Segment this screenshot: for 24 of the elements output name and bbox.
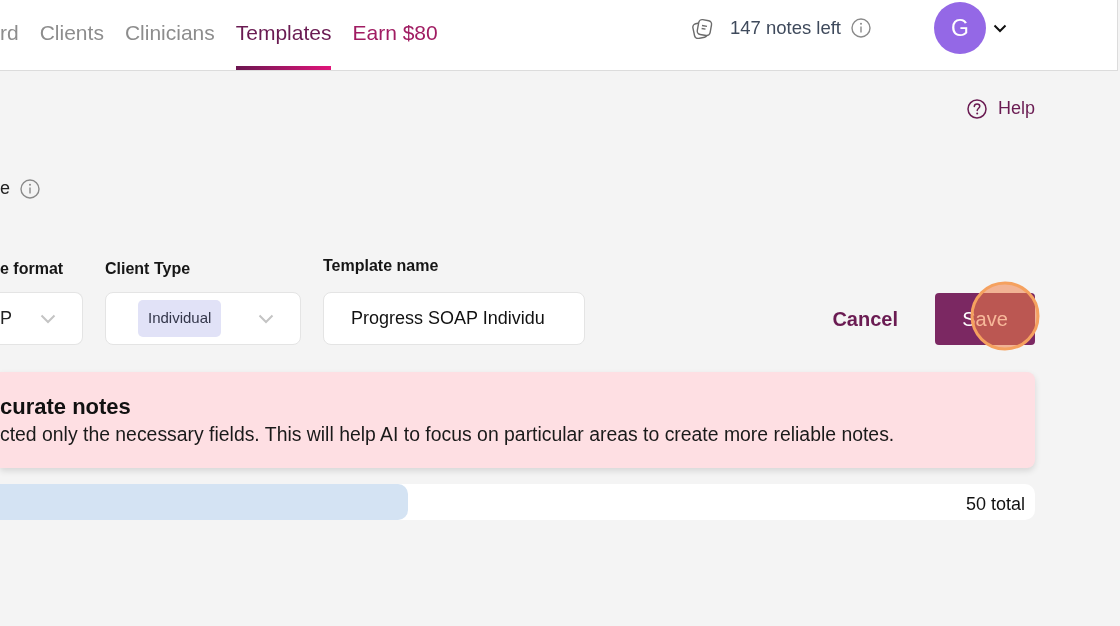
info-icon <box>851 18 871 38</box>
warning-text: cted only the necessary fields. This will help AI to focus on particular areas to create more reliable notes. <box>0 422 896 448</box>
format-select[interactable]: P <box>0 292 83 345</box>
info-icon <box>20 178 40 199</box>
section-label: e <box>0 177 10 200</box>
selected-tag: Individual <box>138 300 222 337</box>
warning-title: curate notes <box>0 394 132 421</box>
notes-icon <box>691 17 713 39</box>
field-label: Template name <box>323 256 440 276</box>
field-label: Client Type <box>105 259 192 279</box>
promo-link[interactable]: Earn $80 <box>352 0 438 70</box>
chevron-down-icon <box>40 313 56 324</box>
field-label: e format <box>0 259 65 279</box>
chevron-down-icon <box>993 23 1007 33</box>
help-icon <box>966 98 987 119</box>
user-avatar[interactable]: G <box>934 2 986 54</box>
usage-total: 50 total <box>965 493 1025 516</box>
help-link[interactable]: Help <box>966 95 1035 122</box>
template-name-field[interactable]: Progress SOAP Individu <box>323 292 585 345</box>
select-value: P <box>0 307 12 330</box>
notes-left-count: 147 notes left <box>729 16 841 41</box>
cancel-button[interactable]: Cancel <box>832 294 898 344</box>
chevron-down-icon <box>258 313 274 324</box>
client-type-select[interactable]: Individual <box>105 292 301 345</box>
